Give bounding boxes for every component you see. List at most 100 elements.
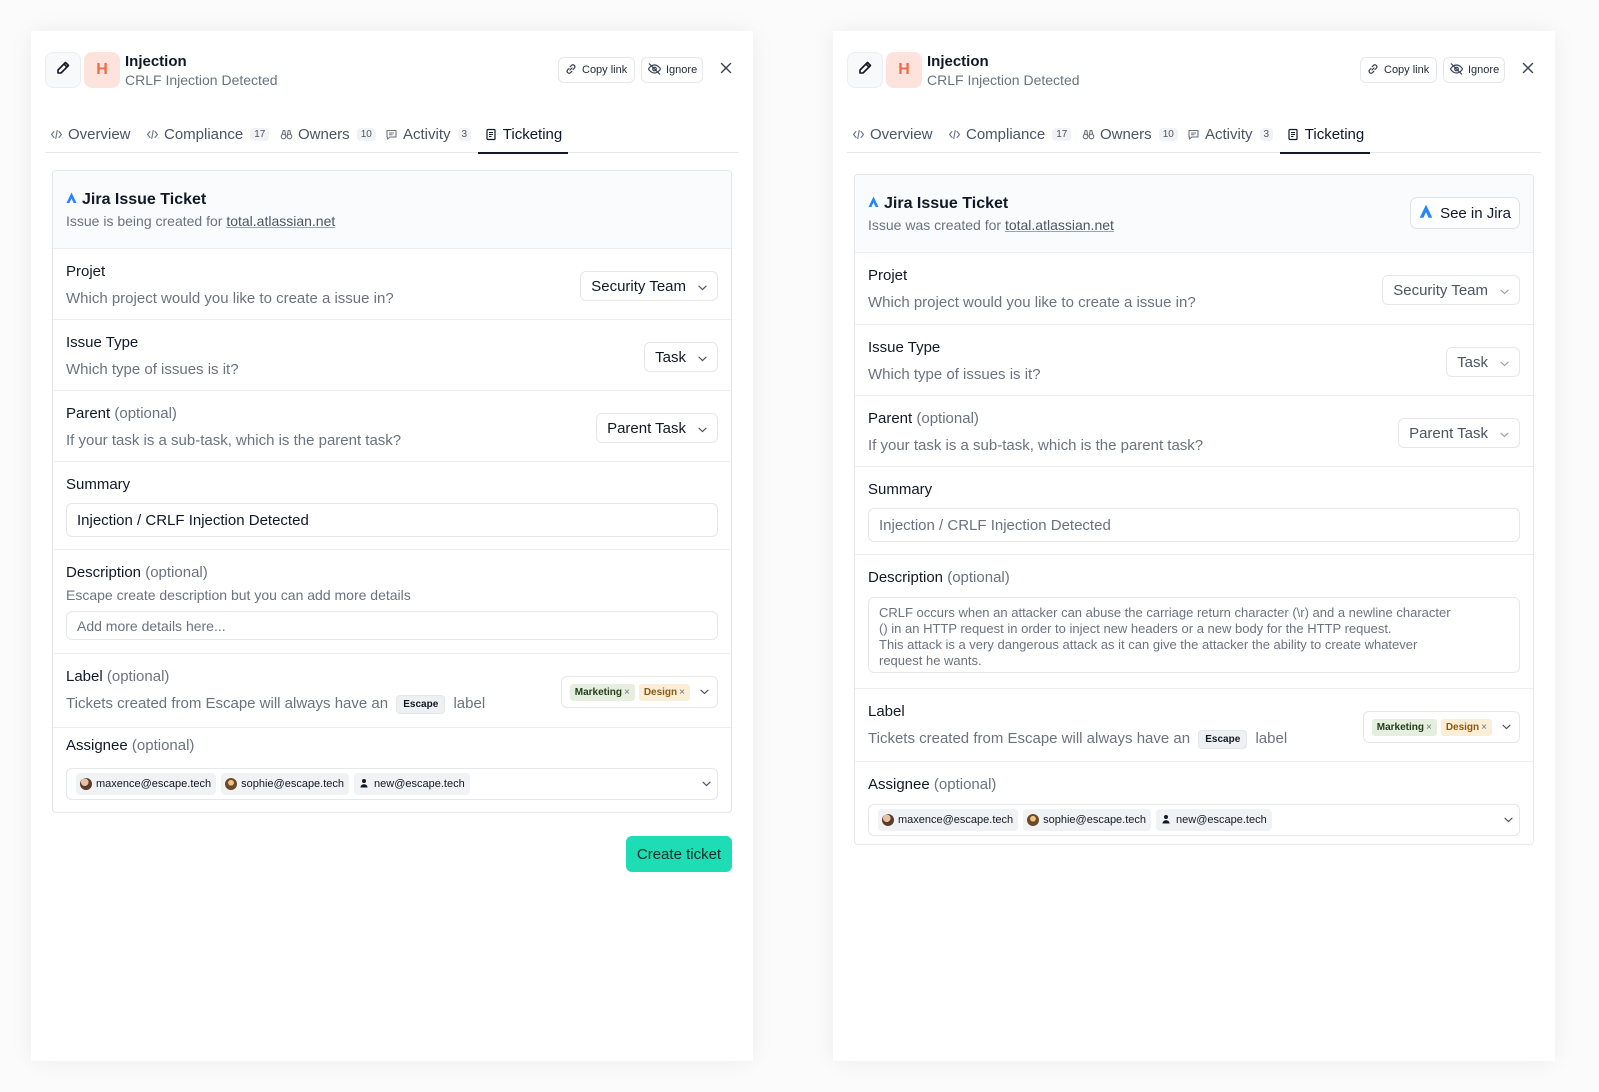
ticket-icon: [484, 127, 498, 141]
tab-compliance-count: 17: [250, 127, 270, 141]
description-line: () in an HTTP request in order to inject…: [879, 621, 1392, 636]
label-chip-marketing: Marketing ×: [569, 683, 635, 701]
project-select-value: Security Team: [1393, 281, 1488, 299]
copy-link-button[interactable]: Copy link: [1360, 57, 1437, 83]
jira-ticket-title-text: Jira Issue Ticket: [884, 195, 1009, 212]
parent-select[interactable]: Parent Task: [596, 413, 718, 443]
field-assignee-title: Assignee (optional): [868, 776, 996, 793]
field-description-title-text: Description: [66, 564, 142, 581]
field-assignee-title-text: Assignee: [66, 737, 128, 754]
field-issue-type-title: Issue Type: [868, 339, 941, 356]
description-line: request he wants.: [879, 653, 982, 668]
label-desc-prefix: Tickets created from Escape will always …: [868, 730, 1191, 747]
jira-ticket-title-text: Jira Issue Ticket: [82, 191, 207, 208]
user-icon: [358, 777, 370, 792]
issue-type-select[interactable]: Task: [644, 342, 718, 372]
field-issue-type: Issue Type Which type of issues is it? T…: [855, 325, 1533, 396]
copy-link-label: Copy link: [1384, 64, 1430, 76]
remove-icon: ×: [1481, 721, 1487, 733]
edit-button[interactable]: [45, 52, 81, 88]
description-input[interactable]: Add more details here...: [66, 611, 718, 640]
field-project-desc: Which project would you like to create a…: [868, 294, 1196, 311]
close-icon: [720, 61, 732, 79]
jira-logo-icon: [66, 191, 77, 209]
remove-icon[interactable]: ×: [679, 687, 685, 698]
tab-ticketing-label: Ticketing: [1304, 125, 1365, 143]
tab-activity-count: 3: [457, 127, 472, 141]
jira-ticket-summary: Jira Issue Ticket Issue was created for …: [854, 174, 1534, 845]
field-project-title: Projet: [868, 267, 908, 284]
tab-bar: Overview Compliance 17 Owners 10 Activit…: [45, 115, 739, 154]
jira-ticket-status: Issue was created for total.atlassian.ne…: [868, 217, 1114, 233]
chevron-down-icon: [1500, 425, 1509, 442]
copy-link-button[interactable]: Copy link: [558, 57, 635, 83]
severity-badge: H: [886, 52, 922, 88]
copy-link-label: Copy link: [582, 64, 628, 76]
label-select[interactable]: Marketing × Design ×: [560, 676, 718, 708]
optional-label: (optional): [916, 410, 979, 427]
jira-site-link[interactable]: total.atlassian.net: [1005, 217, 1114, 233]
jira-logo-icon: [1419, 204, 1433, 223]
assignee-email: new@escape.tech: [1176, 814, 1267, 826]
tab-overview-label: Overview: [870, 125, 933, 143]
code-icon: [145, 127, 159, 141]
field-project-title: Projet: [66, 263, 106, 280]
tab-owners[interactable]: Owners 10: [1081, 115, 1178, 153]
remove-icon[interactable]: ×: [624, 687, 630, 698]
label-chip-design: Design ×: [638, 683, 690, 701]
message-icon: [1186, 127, 1200, 141]
ignore-button[interactable]: Ignore: [641, 57, 703, 83]
field-parent-title: Parent (optional): [66, 405, 177, 422]
label-chip-text: Design: [643, 686, 678, 698]
tab-compliance[interactable]: Compliance 17: [145, 115, 270, 153]
create-ticket-button[interactable]: Create ticket: [626, 836, 732, 872]
link-icon: [1366, 62, 1380, 79]
pencil-icon: [857, 60, 873, 81]
tab-activity[interactable]: Activity 3: [384, 115, 472, 153]
tab-owners-count: 10: [1158, 127, 1178, 141]
tab-ticketing[interactable]: Ticketing: [478, 115, 568, 154]
close-button[interactable]: [1517, 59, 1539, 81]
tab-ticketing-label: Ticketing: [502, 125, 563, 143]
field-description-desc: Escape create description but you can ad…: [66, 587, 411, 603]
tab-compliance[interactable]: Compliance 17: [947, 115, 1072, 153]
close-icon: [1522, 61, 1534, 79]
close-button[interactable]: [715, 59, 737, 81]
description-line: CRLF occurs when an attacker can abuse t…: [879, 605, 1451, 620]
optional-label: (optional): [947, 569, 1010, 586]
jira-site-link[interactable]: total.atlassian.net: [226, 213, 335, 229]
field-label: Label Tickets created from Escape will a…: [855, 689, 1533, 762]
see-in-jira-button[interactable]: See in Jira: [1410, 197, 1520, 229]
issue-subtitle: CRLF Injection Detected: [927, 72, 1080, 88]
assignee-select: maxence@escape.tech sophie@escape.tech n…: [868, 804, 1520, 836]
summary-input: Injection / CRLF Injection Detected: [868, 508, 1520, 542]
assignee-select[interactable]: maxence@escape.tech sophie@escape.tech n…: [66, 768, 718, 800]
project-select[interactable]: Security Team: [580, 271, 718, 301]
parent-select-value: Parent Task: [1409, 424, 1488, 442]
tab-ticketing[interactable]: Ticketing: [1280, 115, 1370, 154]
issue-header: H Injection CRLF Injection Detected Copy…: [45, 51, 739, 91]
tab-owners[interactable]: Owners 10: [279, 115, 376, 153]
parent-select-value: Parent Task: [607, 419, 686, 437]
label-chip-design: Design ×: [1440, 718, 1492, 736]
edit-button[interactable]: [847, 52, 883, 88]
jira-card-header: Jira Issue Ticket Issue was created for …: [855, 175, 1533, 253]
issue-header: H Injection CRLF Injection Detected Copy…: [847, 51, 1541, 91]
avatar: [80, 778, 92, 790]
chevron-down-icon: [700, 689, 709, 695]
field-label-desc: Tickets created from Escape will always …: [66, 695, 485, 714]
label-desc-suffix: label: [453, 695, 486, 712]
eye-off-icon: [647, 62, 662, 79]
ignore-button[interactable]: Ignore: [1443, 57, 1505, 83]
tab-overview[interactable]: Overview: [49, 115, 131, 153]
jira-logo-icon: [868, 195, 879, 213]
assignee-chip: new@escape.tech: [1156, 809, 1272, 831]
summary-input[interactable]: Injection / CRLF Injection Detected: [66, 503, 718, 537]
user-icon: [1160, 813, 1172, 828]
tab-activity[interactable]: Activity 3: [1186, 115, 1274, 153]
tab-overview[interactable]: Overview: [851, 115, 933, 153]
field-label-title-text: Label: [66, 668, 103, 685]
issue-type-select: Task: [1446, 347, 1520, 377]
field-parent-title-text: Parent: [66, 405, 111, 422]
ticketing-panel-creating: H Injection CRLF Injection Detected Copy…: [31, 31, 753, 1061]
